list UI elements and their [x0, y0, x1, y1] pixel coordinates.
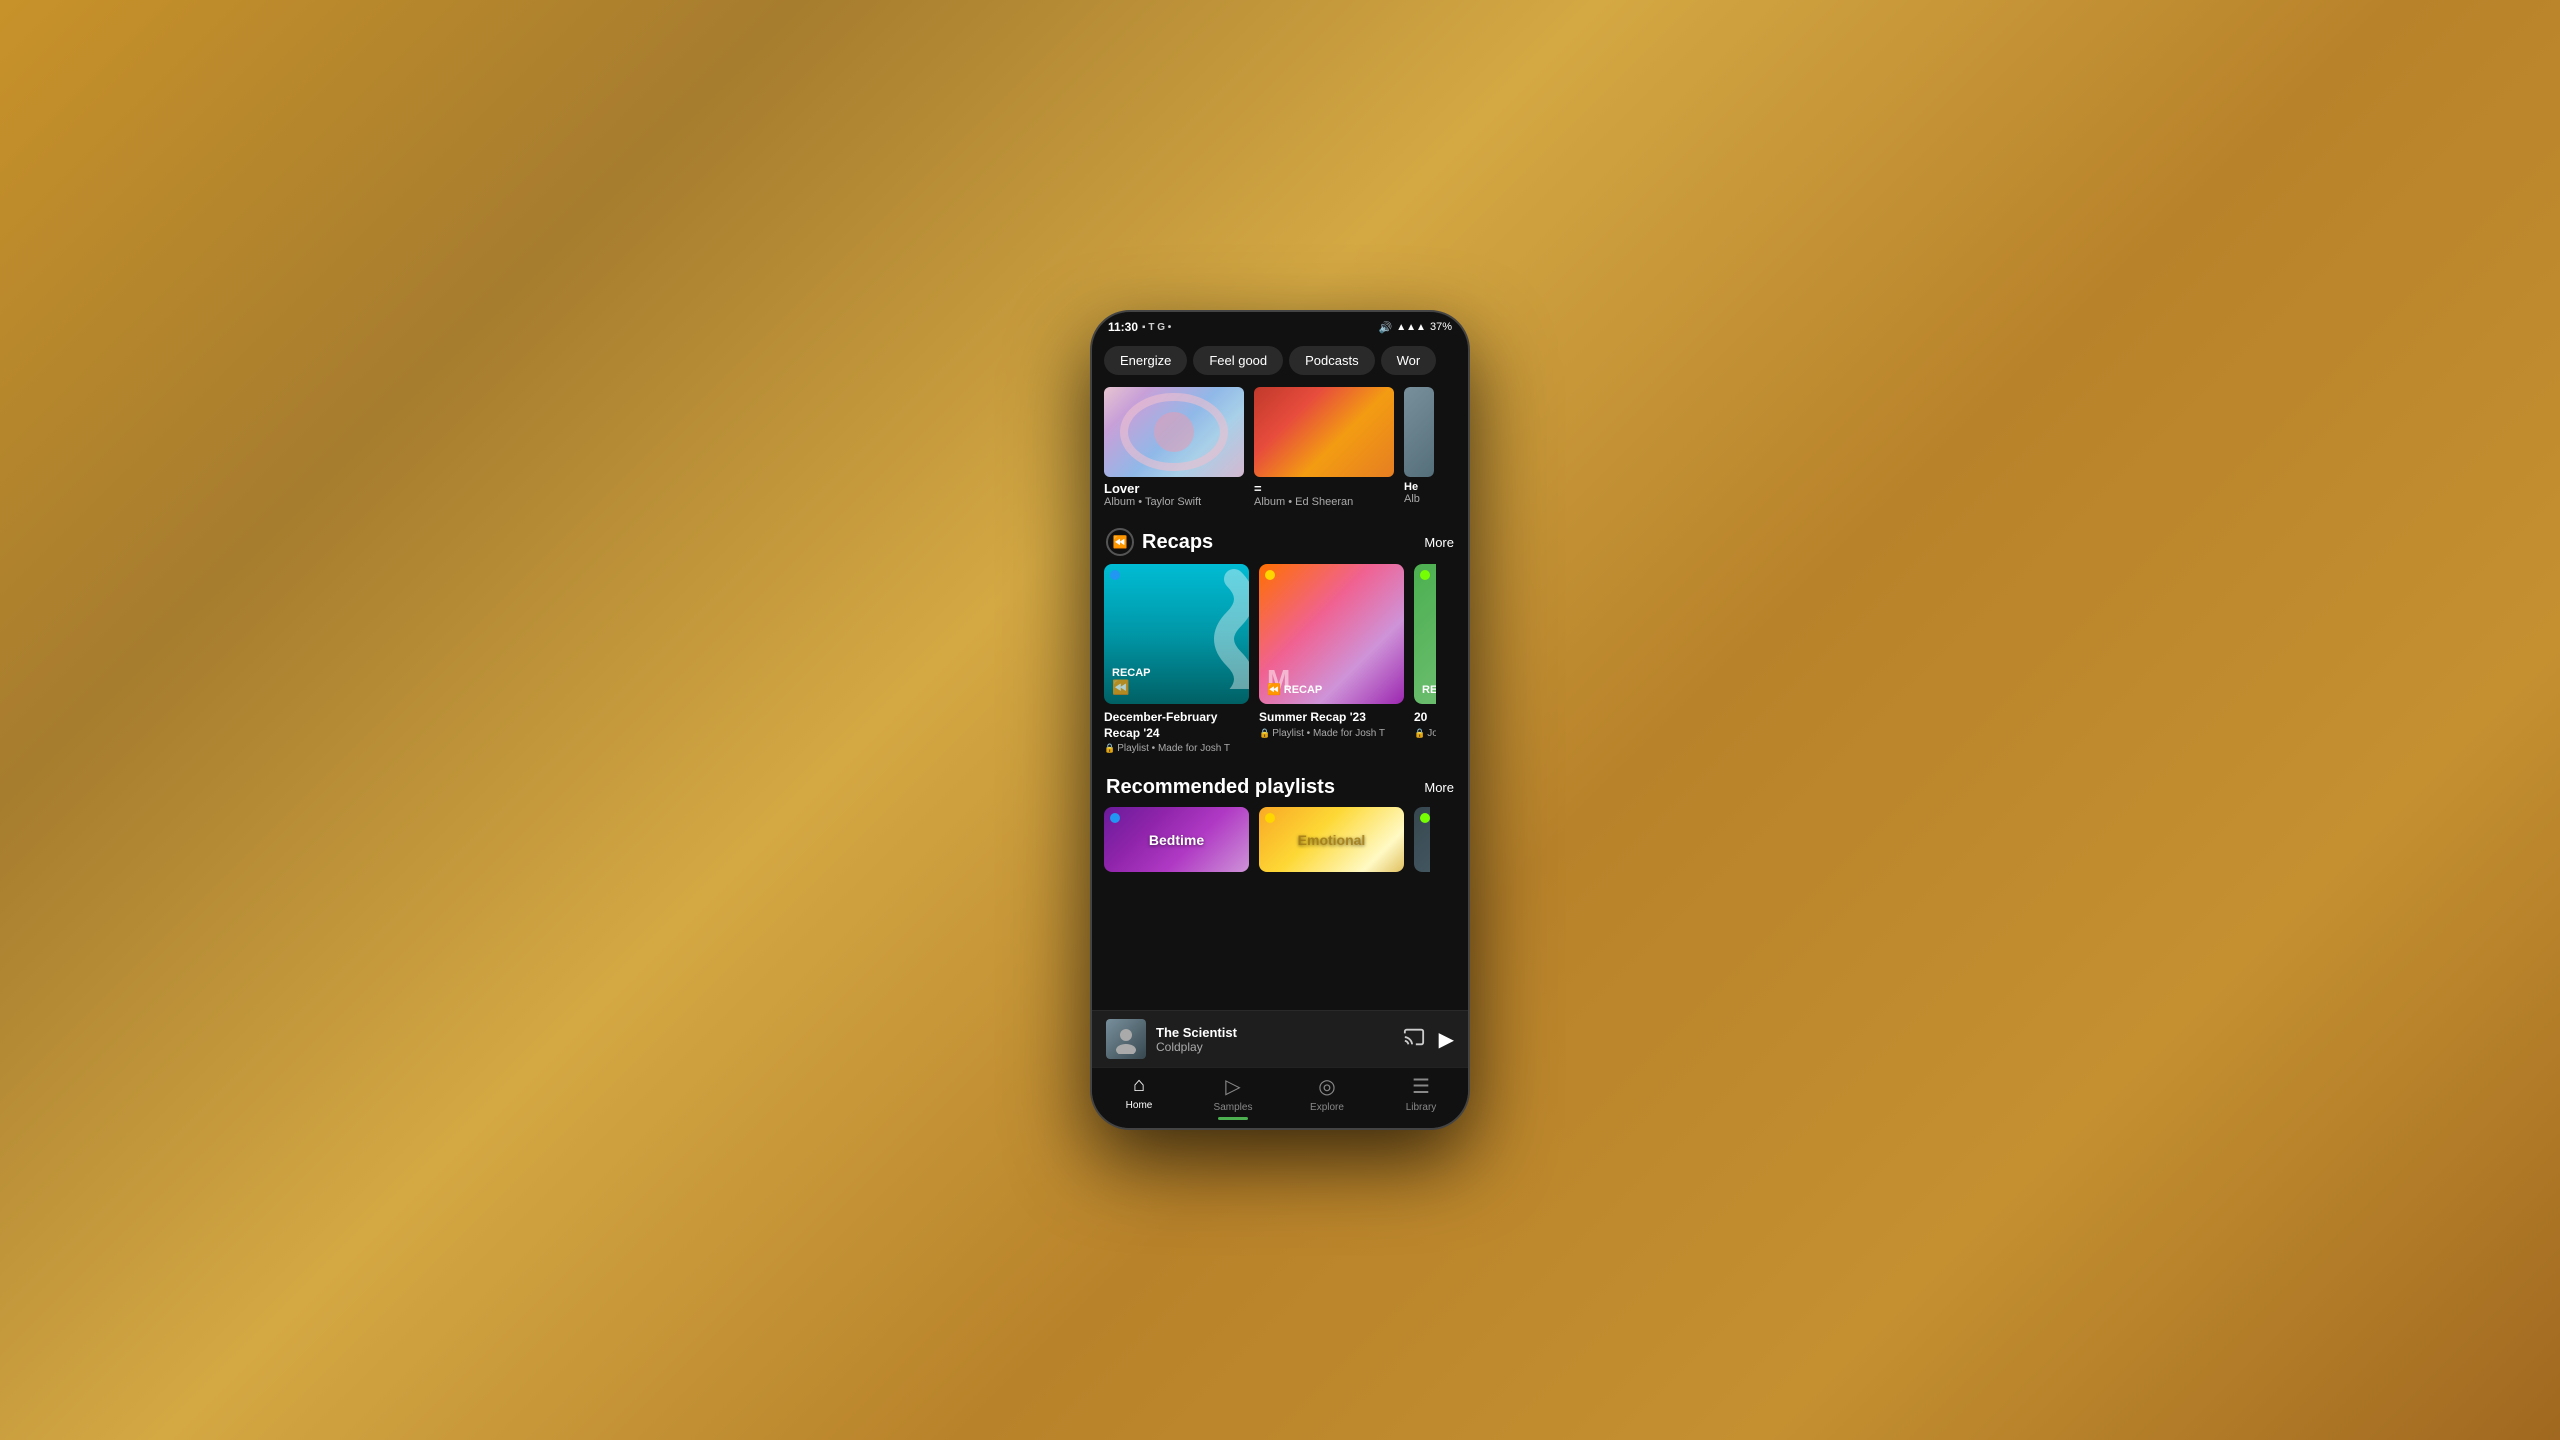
album-partial-title: He [1404, 481, 1434, 493]
recaps-row: RECAP ⏪ December-February Recap '24 🔒 Pl… [1092, 564, 1468, 764]
playlist-bedtime-thumb: Bedtime [1104, 807, 1249, 872]
playlists-row: Bedtime Emotional [1092, 807, 1468, 880]
main-scroll[interactable]: Lover Album • Taylor Swift = Album • Ed … [1092, 383, 1468, 1010]
cast-button[interactable] [1403, 1026, 1425, 1053]
bottom-spacer [1092, 880, 1468, 900]
recap-summer-title: Summer Recap '23 [1259, 710, 1404, 726]
playlist-partial [1414, 807, 1430, 872]
album-equals-title: = [1254, 481, 1394, 496]
album-equals[interactable]: = Album • Ed Sheeran [1254, 387, 1394, 508]
album-lover[interactable]: Lover Album • Taylor Swift [1104, 387, 1244, 508]
nav-library[interactable]: ☰ Library [1374, 1074, 1468, 1120]
recap-summer-sub: 🔒 Playlist • Made for Josh T [1259, 728, 1404, 739]
recap-partial-thumb: RECAP [1414, 564, 1436, 704]
sound-icon: 🔊 [1379, 321, 1393, 334]
playlist-emotional-label: Emotional [1298, 832, 1366, 848]
play-button[interactable]: ▶ [1439, 1027, 1454, 1052]
playlist-partial-thumb [1414, 807, 1430, 872]
rewind-icon: ⏪ [1106, 528, 1134, 556]
recap-partial-pin [1420, 570, 1430, 580]
explore-icon: ◎ [1318, 1074, 1335, 1099]
nav-explore-label: Explore [1310, 1102, 1344, 1113]
recap-partial-sub: 🔒 Jos [1414, 728, 1436, 739]
lock-icon-2: 🔒 [1259, 728, 1270, 739]
album-lover-thumb [1104, 387, 1244, 477]
tab-podcasts[interactable]: Podcasts [1289, 346, 1374, 375]
now-playing-artist: Coldplay [1156, 1040, 1393, 1054]
recaps-title: Recaps [1142, 531, 1213, 554]
tab-energize[interactable]: Energize [1104, 346, 1187, 375]
genre-tabs: Energize Feel good Podcasts Wor [1092, 338, 1468, 383]
nav-library-label: Library [1406, 1102, 1437, 1113]
playlist-emotional-thumb: Emotional [1259, 807, 1404, 872]
playlists-header: Recommended playlists More [1092, 764, 1468, 807]
lock-icon-1: 🔒 [1104, 743, 1115, 754]
samples-icon: ▷ [1225, 1074, 1240, 1099]
recap-partial-inner: RECAP 20 🔒 Jos [1414, 564, 1436, 739]
playlist-emotional[interactable]: Emotional [1259, 807, 1404, 872]
album-equals-thumb [1254, 387, 1394, 477]
now-playing-bar[interactable]: The Scientist Coldplay ▶ [1092, 1010, 1468, 1067]
home-icon: ⌂ [1133, 1074, 1145, 1097]
samples-indicator [1218, 1117, 1248, 1120]
albums-row: Lover Album • Taylor Swift = Album • Ed … [1092, 383, 1468, 516]
signal-icon: ▲▲▲ [1396, 322, 1426, 333]
bottom-nav: ⌂ Home ▷ Samples ◎ Explore ☰ Library [1092, 1067, 1468, 1128]
playlist-partial-inner [1414, 807, 1430, 872]
now-playing-title: The Scientist [1156, 1025, 1393, 1040]
nav-home-label: Home [1126, 1100, 1153, 1111]
recap-dec-feb-sub: 🔒 Playlist • Made for Josh T [1104, 743, 1249, 754]
recaps-header: ⏪ Recaps More [1092, 516, 1468, 564]
lock-icon-3: 🔒 [1414, 728, 1425, 739]
app-content: Energize Feel good Podcasts Wor [1092, 338, 1468, 1128]
nav-samples-label: Samples [1214, 1102, 1253, 1113]
status-carrier: ▪ T G • [1142, 322, 1171, 333]
album-lover-title: Lover [1104, 481, 1244, 496]
playlist-bedtime[interactable]: Bedtime [1104, 807, 1249, 872]
status-time: 11:30 [1108, 320, 1138, 334]
recaps-more-button[interactable]: More [1424, 535, 1454, 550]
nav-samples[interactable]: ▷ Samples [1186, 1074, 1280, 1120]
recap-summer-pin [1265, 570, 1275, 580]
recap-dec-pin [1110, 570, 1120, 580]
tab-feel-good[interactable]: Feel good [1193, 346, 1283, 375]
album-equals-sub: Album • Ed Sheeran [1254, 496, 1394, 508]
tab-workout[interactable]: Wor [1381, 346, 1437, 375]
album-partial-sub: Alb [1404, 493, 1434, 505]
playlists-more-button[interactable]: More [1424, 780, 1454, 795]
library-icon: ☰ [1412, 1074, 1430, 1099]
status-bar: 11:30 ▪ T G • 🔊 ▲▲▲ 37% [1092, 312, 1468, 338]
recap-partial-title: 20 [1414, 710, 1436, 726]
status-right: 🔊 ▲▲▲ 37% [1379, 321, 1452, 334]
nav-explore[interactable]: ◎ Explore [1280, 1074, 1374, 1120]
nav-home[interactable]: ⌂ Home [1092, 1074, 1186, 1120]
recaps-title-row: ⏪ Recaps [1106, 528, 1213, 556]
now-playing-controls: ▶ [1403, 1026, 1454, 1053]
battery-indicator: 37% [1430, 321, 1452, 333]
recap-summer-thumb: M ⏪ RECAP [1259, 564, 1404, 704]
recap-summer[interactable]: M ⏪ RECAP Summer Recap '23 🔒 Playlist • … [1259, 564, 1404, 754]
recap-partial: RECAP 20 🔒 Jos [1414, 564, 1436, 754]
status-left: 11:30 ▪ T G • [1108, 320, 1171, 334]
album-partial-thumb [1404, 387, 1434, 477]
playlist-bedtime-label: Bedtime [1149, 832, 1204, 848]
recap-dec-feb-title: December-February Recap '24 [1104, 710, 1249, 741]
playlists-title: Recommended playlists [1106, 776, 1335, 799]
now-playing-thumb [1106, 1019, 1146, 1059]
recap-dec-feb[interactable]: RECAP ⏪ December-February Recap '24 🔒 Pl… [1104, 564, 1249, 754]
phone-device: 11:30 ▪ T G • 🔊 ▲▲▲ 37% Energize Feel go… [1090, 310, 1470, 1130]
recap-dec-feb-thumb: RECAP ⏪ [1104, 564, 1249, 704]
album-partial: He Alb [1404, 387, 1434, 508]
now-playing-info: The Scientist Coldplay [1156, 1025, 1393, 1054]
album-lover-sub: Album • Taylor Swift [1104, 496, 1244, 508]
